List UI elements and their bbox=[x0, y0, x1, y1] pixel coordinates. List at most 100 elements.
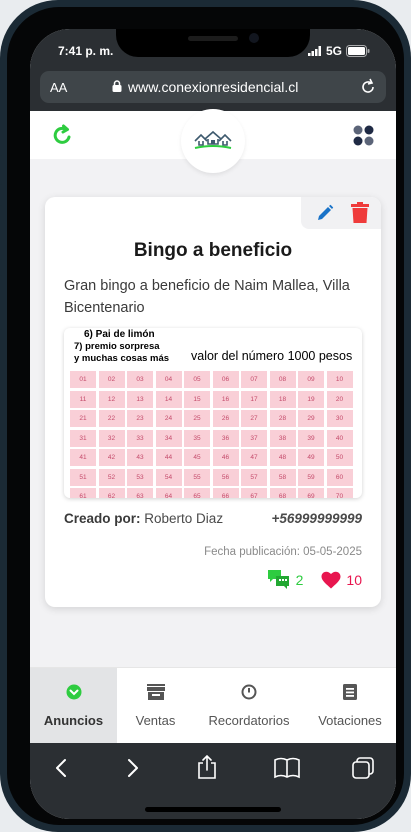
poster-line-3: y muchas cosas más bbox=[74, 353, 170, 364]
ballot-icon bbox=[343, 684, 357, 700]
app-logo[interactable] bbox=[181, 109, 245, 173]
speaker-grille bbox=[188, 36, 238, 41]
bookmarks-icon[interactable] bbox=[274, 757, 300, 779]
back-icon[interactable] bbox=[52, 757, 72, 779]
battery-icon bbox=[346, 45, 370, 57]
bingo-number-cell: 54 bbox=[155, 468, 182, 486]
share-icon[interactable] bbox=[196, 755, 218, 779]
bingo-number-cell: 14 bbox=[155, 390, 182, 408]
bingo-number-cell: 02 bbox=[98, 371, 125, 388]
bingo-number-grid: 01 02 03 04 05 06 07 08 09 10 11 12 13 14 15 16 17 18 19 20… bbox=[70, 371, 353, 498]
forward-icon[interactable] bbox=[122, 757, 142, 779]
nav-label-recordatorios: Recordatorios bbox=[208, 713, 290, 728]
bingo-number-cell: 03 bbox=[127, 371, 153, 388]
card-actions bbox=[301, 197, 381, 229]
bingo-number-cell: 29 bbox=[298, 410, 324, 427]
bingo-number-cell: 23 bbox=[127, 410, 153, 427]
heart-icon[interactable] bbox=[321, 571, 341, 589]
bingo-number-cell: 68 bbox=[269, 488, 296, 498]
bingo-number-cell: 48 bbox=[269, 449, 296, 466]
front-camera bbox=[249, 33, 259, 43]
bingo-number-cell: 04 bbox=[155, 371, 182, 388]
bingo-number-cell: 33 bbox=[127, 429, 153, 447]
poster-prize-6: 6) Pai de limón bbox=[84, 329, 155, 340]
url-text[interactable]: www.conexionresidencial.cl bbox=[128, 79, 298, 95]
bingo-number-cell: 45 bbox=[184, 449, 210, 466]
store-icon bbox=[146, 684, 165, 700]
lock-icon bbox=[112, 80, 122, 92]
contact-phone[interactable]: +56999999999 bbox=[272, 511, 362, 526]
bingo-number-cell: 59 bbox=[298, 468, 324, 486]
nav-item-anuncios[interactable]: Anuncios bbox=[30, 668, 117, 744]
bingo-number-cell: 27 bbox=[241, 410, 267, 427]
bingo-number-cell: 67 bbox=[241, 488, 267, 498]
bingo-number-cell: 64 bbox=[155, 488, 182, 498]
houses-logo-icon bbox=[194, 130, 232, 149]
nav-label-anuncios: Anuncios bbox=[43, 713, 104, 728]
nav-item-recordatorios[interactable]: Recordatorios bbox=[194, 668, 304, 744]
home-indicator bbox=[145, 807, 281, 812]
bingo-number-cell: 39 bbox=[298, 429, 324, 447]
screen: 7:41 p. m. 5G AA www.conexionresidencial… bbox=[30, 29, 396, 819]
comments-count: 2 bbox=[295, 572, 304, 588]
bingo-number-cell: 18 bbox=[269, 390, 296, 408]
bingo-number-cell: 62 bbox=[98, 488, 125, 498]
bingo-number-cell: 30 bbox=[326, 410, 353, 427]
refresh-icon[interactable] bbox=[50, 124, 74, 148]
tabs-icon[interactable] bbox=[352, 757, 374, 779]
bingo-number-cell: 69 bbox=[298, 488, 324, 498]
address-bar[interactable]: AA www.conexionresidencial.cl bbox=[40, 71, 386, 103]
post-title: Bingo a beneficio bbox=[133, 240, 293, 261]
comments-icon[interactable] bbox=[267, 569, 291, 591]
bingo-number-cell: 52 bbox=[98, 468, 125, 486]
edit-icon[interactable] bbox=[316, 204, 334, 222]
bingo-number-cell: 22 bbox=[98, 410, 125, 427]
bingo-number-cell: 65 bbox=[184, 488, 210, 498]
bingo-number-cell: 35 bbox=[184, 429, 210, 447]
bingo-number-cell: 12 bbox=[98, 390, 125, 408]
delete-icon[interactable] bbox=[351, 202, 369, 223]
bingo-number-cell: 63 bbox=[127, 488, 153, 498]
signal-icon bbox=[307, 46, 321, 56]
creator-label: Creado por: bbox=[64, 511, 141, 526]
nav-label-votaciones: Votaciones bbox=[318, 713, 382, 728]
bingo-number-cell: 49 bbox=[298, 449, 324, 466]
bingo-number-cell: 28 bbox=[269, 410, 296, 427]
bingo-number-cell: 58 bbox=[269, 468, 296, 486]
bingo-number-cell: 25 bbox=[184, 410, 210, 427]
status-time: 7:41 p. m. bbox=[58, 44, 114, 58]
bingo-number-cell: 20 bbox=[326, 390, 353, 408]
nav-label-ventas: Ventas bbox=[135, 713, 176, 728]
announcements-icon bbox=[66, 684, 81, 700]
bingo-number-cell: 55 bbox=[184, 468, 210, 486]
bingo-number-cell: 51 bbox=[70, 468, 96, 486]
nav-item-ventas[interactable]: Ventas bbox=[117, 668, 194, 744]
bingo-number-cell: 05 bbox=[184, 371, 210, 388]
volume-down-button bbox=[0, 275, 2, 330]
bingo-number-cell: 15 bbox=[184, 390, 210, 408]
nav-item-votaciones[interactable]: Votaciones bbox=[304, 668, 396, 744]
apps-menu-icon[interactable] bbox=[353, 125, 375, 147]
poster-price: valor del número 1000 pesos bbox=[191, 349, 353, 363]
publication-date: Fecha publicación: 05-05-2025 bbox=[204, 546, 362, 558]
phone-bezel: 7:41 p. m. 5G AA www.conexionresidencial… bbox=[7, 7, 404, 825]
phone-frame: 7:41 p. m. 5G AA www.conexionresidencial… bbox=[0, 0, 411, 832]
bingo-number-cell: 61 bbox=[70, 488, 96, 498]
bingo-number-cell: 31 bbox=[70, 429, 96, 447]
bingo-number-cell: 70 bbox=[326, 488, 353, 498]
text-size-button[interactable]: AA bbox=[50, 80, 67, 95]
bottom-nav: Anuncios Ventas Recordatorios Votaciones bbox=[30, 667, 396, 744]
bingo-number-cell: 53 bbox=[127, 468, 153, 486]
bingo-number-cell: 60 bbox=[326, 468, 353, 486]
network-type: 5G bbox=[325, 44, 342, 58]
bingo-number-cell: 13 bbox=[127, 390, 153, 408]
volume-up-button bbox=[0, 205, 2, 260]
creator-name: Roberto Diaz bbox=[144, 511, 224, 526]
bingo-number-cell: 01 bbox=[70, 371, 96, 388]
bingo-number-cell: 07 bbox=[241, 371, 267, 388]
reload-icon[interactable] bbox=[358, 77, 378, 97]
bingo-number-cell: 41 bbox=[70, 449, 96, 466]
bingo-number-cell: 36 bbox=[212, 429, 239, 447]
bingo-number-cell: 19 bbox=[298, 390, 324, 408]
post-image[interactable]: 6) Pai de limón 7) premio sorpresa y muc… bbox=[64, 328, 362, 498]
